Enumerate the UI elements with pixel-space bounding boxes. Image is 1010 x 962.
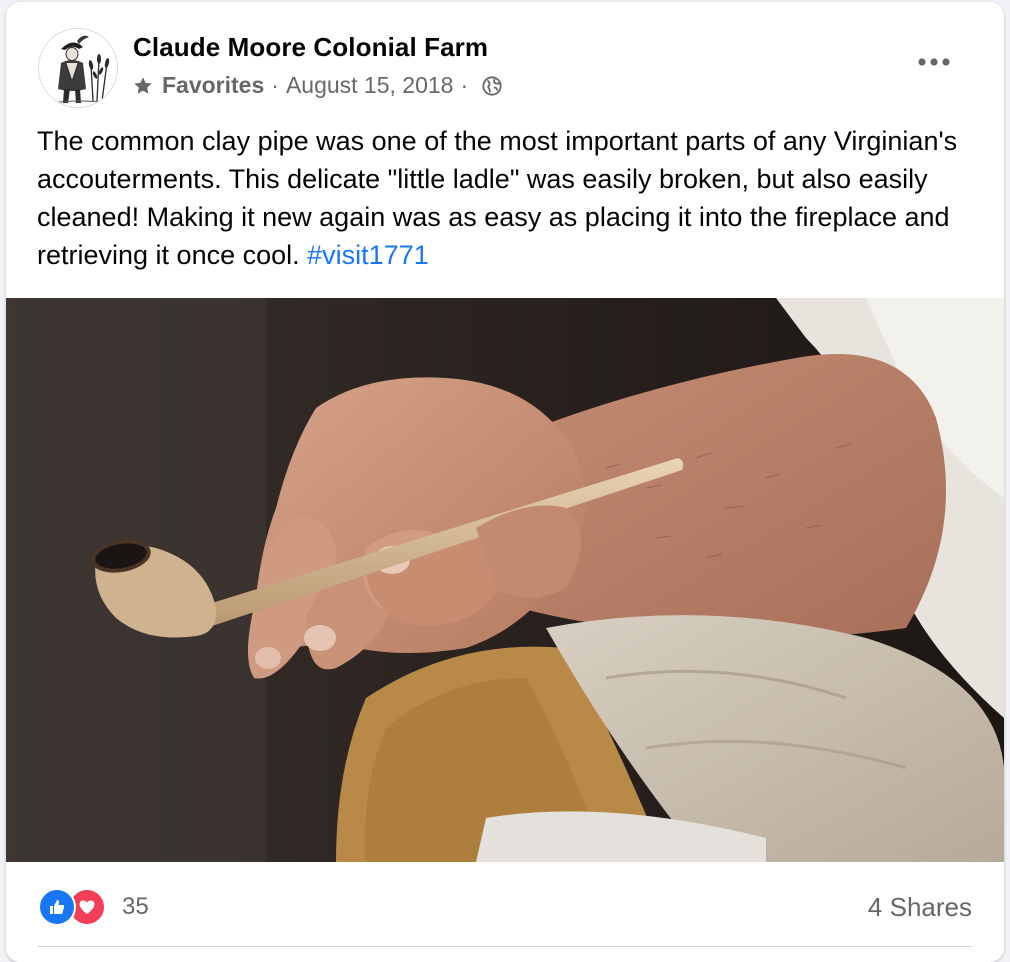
shares-count-link[interactable]: 4 Shares	[868, 892, 972, 923]
more-options-button[interactable]	[912, 48, 956, 76]
page-name-link[interactable]: Claude Moore Colonial Farm	[133, 32, 488, 63]
post-text: The common clay pipe was one of the most…	[37, 122, 982, 274]
post-photo[interactable]	[6, 298, 1004, 862]
audience-label[interactable]: Favorites	[162, 72, 264, 99]
more-options-icon	[918, 58, 950, 66]
post-footer: 35 4 Shares	[6, 862, 1004, 962]
post-header: Claude Moore Colonial Farm Favorites · A…	[6, 2, 1004, 112]
meta-separator: ·	[460, 72, 469, 98]
post-date-link[interactable]: August 15, 2018	[286, 72, 454, 99]
reaction-summary[interactable]: 35	[38, 888, 149, 926]
page-avatar[interactable]	[38, 28, 118, 108]
meta-separator: ·	[271, 72, 279, 98]
reaction-count[interactable]: 35	[122, 893, 149, 921]
post-body: The common clay pipe was one of the most…	[37, 126, 958, 270]
globe-icon	[482, 75, 502, 96]
star-icon	[134, 76, 152, 94]
love-icon	[79, 900, 95, 914]
footer-divider	[38, 946, 972, 947]
hashtag-link[interactable]: #visit1771	[307, 240, 429, 270]
like-icon	[50, 900, 65, 914]
post-meta: Favorites · August 15, 2018 ·	[132, 72, 503, 99]
pipe-photo-image	[6, 298, 1004, 862]
post-card: Claude Moore Colonial Farm Favorites · A…	[6, 2, 1004, 962]
like-reaction	[38, 888, 76, 926]
colonial-figure-logo	[39, 29, 117, 107]
